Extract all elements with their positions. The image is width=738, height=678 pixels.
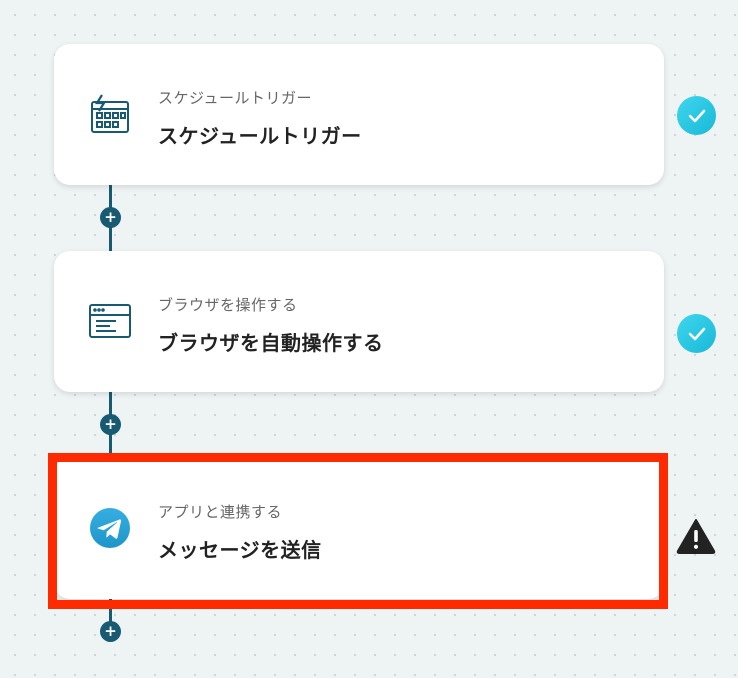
step-title: スケジュールトリガー [158, 124, 362, 148]
highlight-frame [48, 453, 668, 609]
step-card-schedule-trigger[interactable]: スケジュールトリガー スケジュールトリガー [54, 44, 664, 185]
status-complete-badge [677, 314, 716, 353]
check-icon [688, 327, 705, 340]
step-subtitle: ブラウザを操作する [158, 296, 298, 314]
step-subtitle: スケジュールトリガー [158, 89, 312, 107]
browser-window-icon [86, 299, 134, 343]
step-card-browser-operation[interactable]: ブラウザを操作する ブラウザを自動操作する [54, 251, 664, 392]
add-step-button[interactable]: + [100, 207, 121, 228]
calendar-trigger-icon [86, 92, 134, 136]
add-step-button[interactable]: + [100, 414, 121, 435]
step-title: ブラウザを自動操作する [158, 331, 384, 355]
check-icon [688, 109, 705, 122]
warning-icon [676, 518, 716, 554]
add-step-button[interactable]: + [100, 621, 121, 642]
status-complete-badge [677, 96, 716, 135]
